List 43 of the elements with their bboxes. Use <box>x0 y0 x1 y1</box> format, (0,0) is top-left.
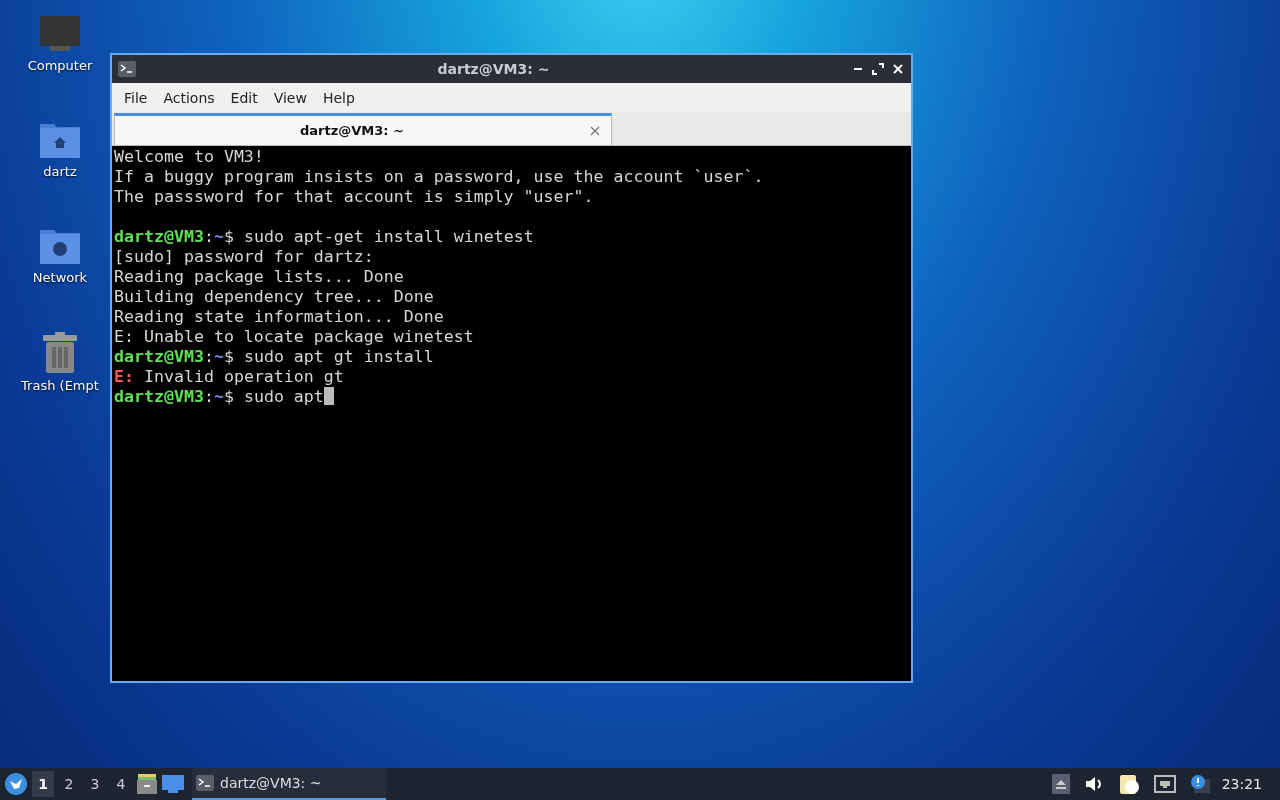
terminal-line: Reading state information... Done <box>114 307 445 327</box>
terminal-line: dartz@VM3:~$ sudo apt-get install winetest <box>114 227 535 247</box>
terminal-line: [sudo] password for dartz: <box>114 247 375 267</box>
terminal-line: The passsword for that account is simply "user". <box>114 187 595 207</box>
desktop-icon[interactable] <box>162 775 184 793</box>
menu-item[interactable]: Edit <box>222 85 266 110</box>
menu-item[interactable]: File <box>116 85 156 110</box>
terminal-line: Building dependency tree... Done <box>114 287 435 307</box>
maximize-icon[interactable] <box>871 62 885 76</box>
taskbar-button[interactable]: dartz@VM3: ~ <box>192 768 386 800</box>
terminal-line: If a buggy program insists on a password, use the account `user`. <box>114 167 765 187</box>
terminal-line: Welcome to VM3! <box>114 147 265 167</box>
workspace-button[interactable]: 4 <box>110 771 132 797</box>
terminal-line: E: Invalid operation gt <box>114 367 345 387</box>
file-cabinet-icon[interactable] <box>136 774 158 794</box>
terminal-icon <box>118 61 136 77</box>
eject-icon[interactable] <box>1051 774 1070 794</box>
terminal-line: dartz@VM3:~$ sudo apt <box>114 387 909 407</box>
desktop-icon-label[interactable]: Trash (Empt <box>21 378 99 393</box>
close-icon[interactable] <box>891 62 905 76</box>
menu-item[interactable]: Help <box>314 85 363 110</box>
clipboard-icon[interactable] <box>1117 773 1140 795</box>
workspace-button[interactable]: 3 <box>84 771 106 797</box>
desktop-icon-label[interactable]: Computer <box>27 58 93 73</box>
volume-icon[interactable] <box>1083 775 1104 793</box>
terminal-line: dartz@VM3:~$ sudo apt gt install <box>114 347 435 367</box>
start-menu-icon[interactable] <box>4 772 28 796</box>
terminal-line: Reading package lists... Done <box>114 267 405 287</box>
trash-icon <box>40 332 80 374</box>
tab[interactable]: dartz@VM3: ~ <box>114 113 612 145</box>
notification-icon[interactable] <box>1189 775 1210 793</box>
workspace-button[interactable]: 2 <box>58 771 80 797</box>
window-title: dartz@VM3: ~ <box>436 61 551 77</box>
workspace-button[interactable]: 1 <box>32 771 54 797</box>
menu-item[interactable]: Actions <box>155 85 223 110</box>
terminal-line: E: Unable to locate package winetest <box>114 327 475 347</box>
desktop-icon-label[interactable]: Network <box>32 270 88 285</box>
menu-item[interactable]: View <box>265 85 315 110</box>
monitor-icon <box>38 14 82 54</box>
desktop-icon-label[interactable]: dartz <box>43 164 77 179</box>
terminal-icon <box>196 775 214 791</box>
network-port-icon[interactable] <box>1153 775 1176 793</box>
clock[interactable]: 23:21 <box>1213 776 1276 792</box>
